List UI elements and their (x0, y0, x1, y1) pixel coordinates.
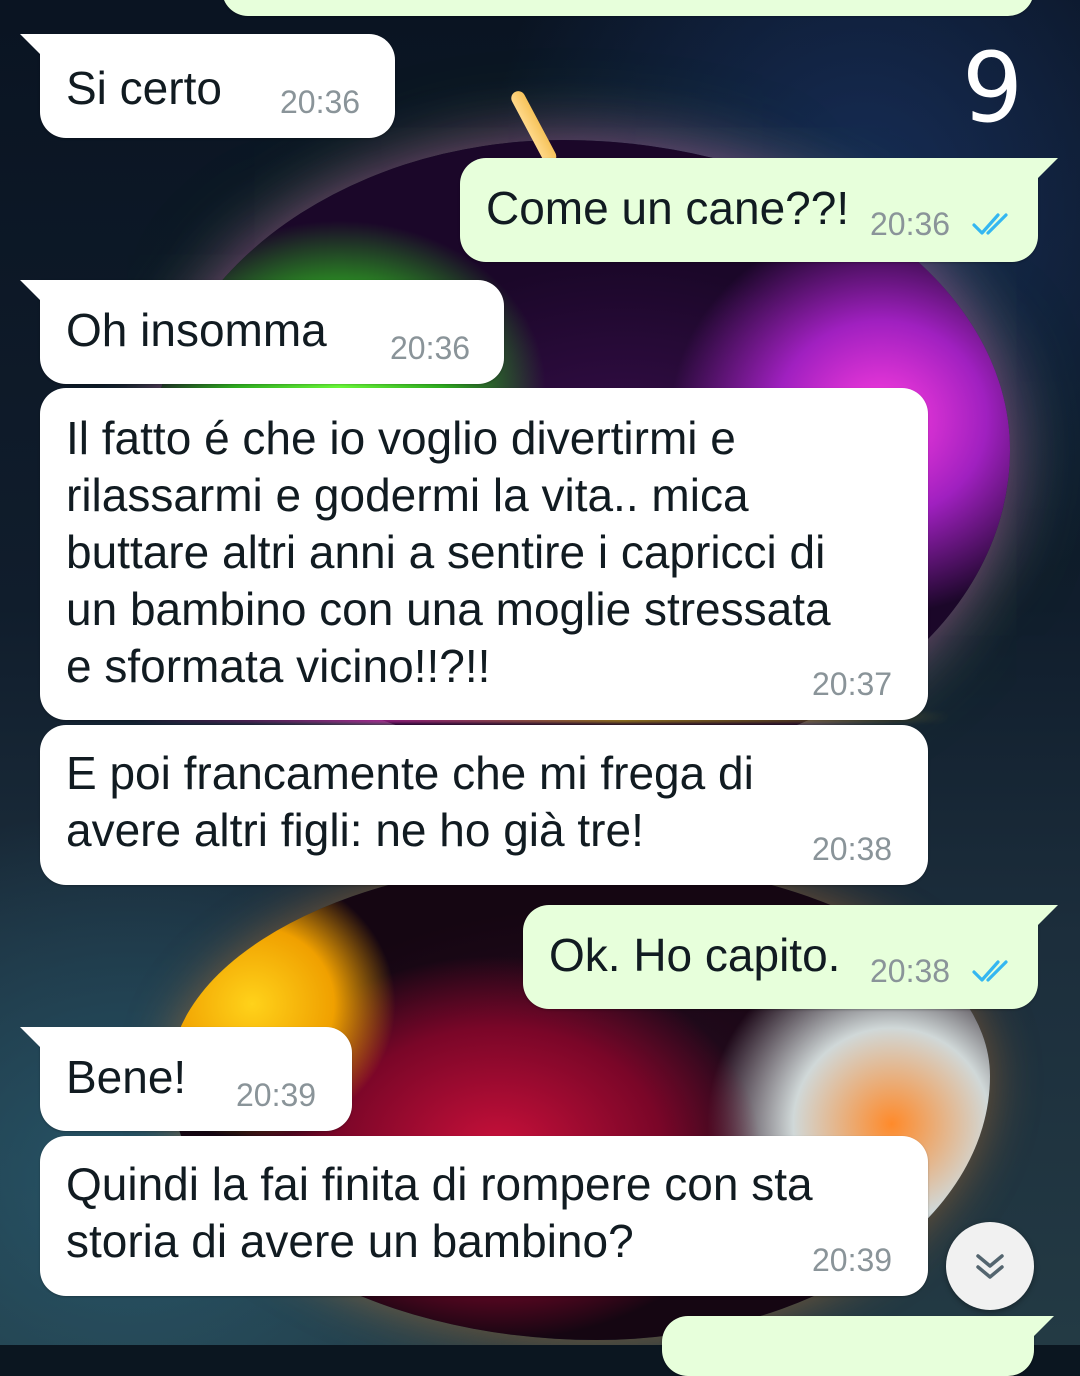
message-bubble-incoming[interactable]: Bene! 20:39 (20, 1027, 352, 1131)
message-list[interactable]: Si certo 20:36 Come un cane??! 20:36 Oh … (0, 0, 1080, 1376)
message-bubble-partial-top[interactable] (222, 0, 1034, 16)
message-time: 20:38 (870, 953, 951, 989)
bubble-tail (20, 1027, 50, 1057)
bubble-tail (20, 34, 50, 64)
message-text-line: E poi francamente che mi frega di (66, 747, 754, 799)
message-bubble-incoming[interactable]: E poi francamente che mi frega di avere … (40, 725, 928, 885)
read-receipt-icon (972, 960, 1008, 982)
bubble-tail (1028, 905, 1058, 935)
message-bubble-outgoing[interactable]: Ok. Ho capito. 20:38 (523, 905, 1058, 1009)
message-text-line: un bambino con una moglie stressata (66, 583, 831, 635)
message-text: Ok. Ho capito. (549, 929, 841, 981)
message-time: 20:38 (812, 831, 893, 867)
message-time: 20:36 (390, 330, 471, 366)
message-time: 20:36 (280, 84, 361, 120)
page-number-annotation: 9 (962, 32, 1024, 144)
message-text-line: e sformata vicino!!?!! (66, 640, 491, 692)
double-chevron-down-icon (976, 1254, 1004, 1279)
message-text: Come un cane??! (486, 182, 850, 234)
message-text: Si certo (66, 62, 222, 114)
message-bubble-incoming[interactable]: Il fatto é che io voglio divertirmi e ri… (40, 388, 928, 720)
bubble-tail (20, 280, 50, 310)
message-time: 20:37 (812, 666, 893, 702)
message-bubble-incoming[interactable]: Si certo 20:36 (20, 34, 395, 138)
message-text-line: Il fatto é che io voglio divertirmi e (66, 412, 736, 464)
message-text: Oh insomma (66, 304, 327, 356)
message-bubble-incoming[interactable]: Oh insomma 20:36 (20, 280, 504, 384)
message-bubble-partial-bottom[interactable] (662, 1316, 1054, 1376)
message-time: 20:39 (812, 1242, 893, 1278)
scroll-to-bottom-button[interactable] (946, 1222, 1034, 1310)
message-text-line: avere altri figli: ne ho già tre! (66, 804, 644, 856)
read-receipt-icon (972, 213, 1008, 235)
message-text-line: Quindi la fai finita di rompere con sta (66, 1158, 813, 1210)
bubble-tail (1028, 158, 1058, 188)
message-text-line: storia di avere un bambino? (66, 1215, 634, 1267)
message-bubble-incoming[interactable]: Quindi la fai finita di rompere con sta … (40, 1136, 928, 1296)
message-text-line: rilassarmi e godermi la vita.. mica (66, 469, 749, 521)
message-time: 20:36 (870, 206, 951, 242)
message-time: 20:39 (236, 1077, 317, 1113)
message-text: Bene! (66, 1051, 187, 1103)
message-bubble-outgoing[interactable]: Come un cane??! 20:36 (460, 158, 1058, 262)
bubble-tail (1024, 1316, 1054, 1346)
message-text-line: buttare altri anni a sentire i capricci … (66, 526, 826, 578)
